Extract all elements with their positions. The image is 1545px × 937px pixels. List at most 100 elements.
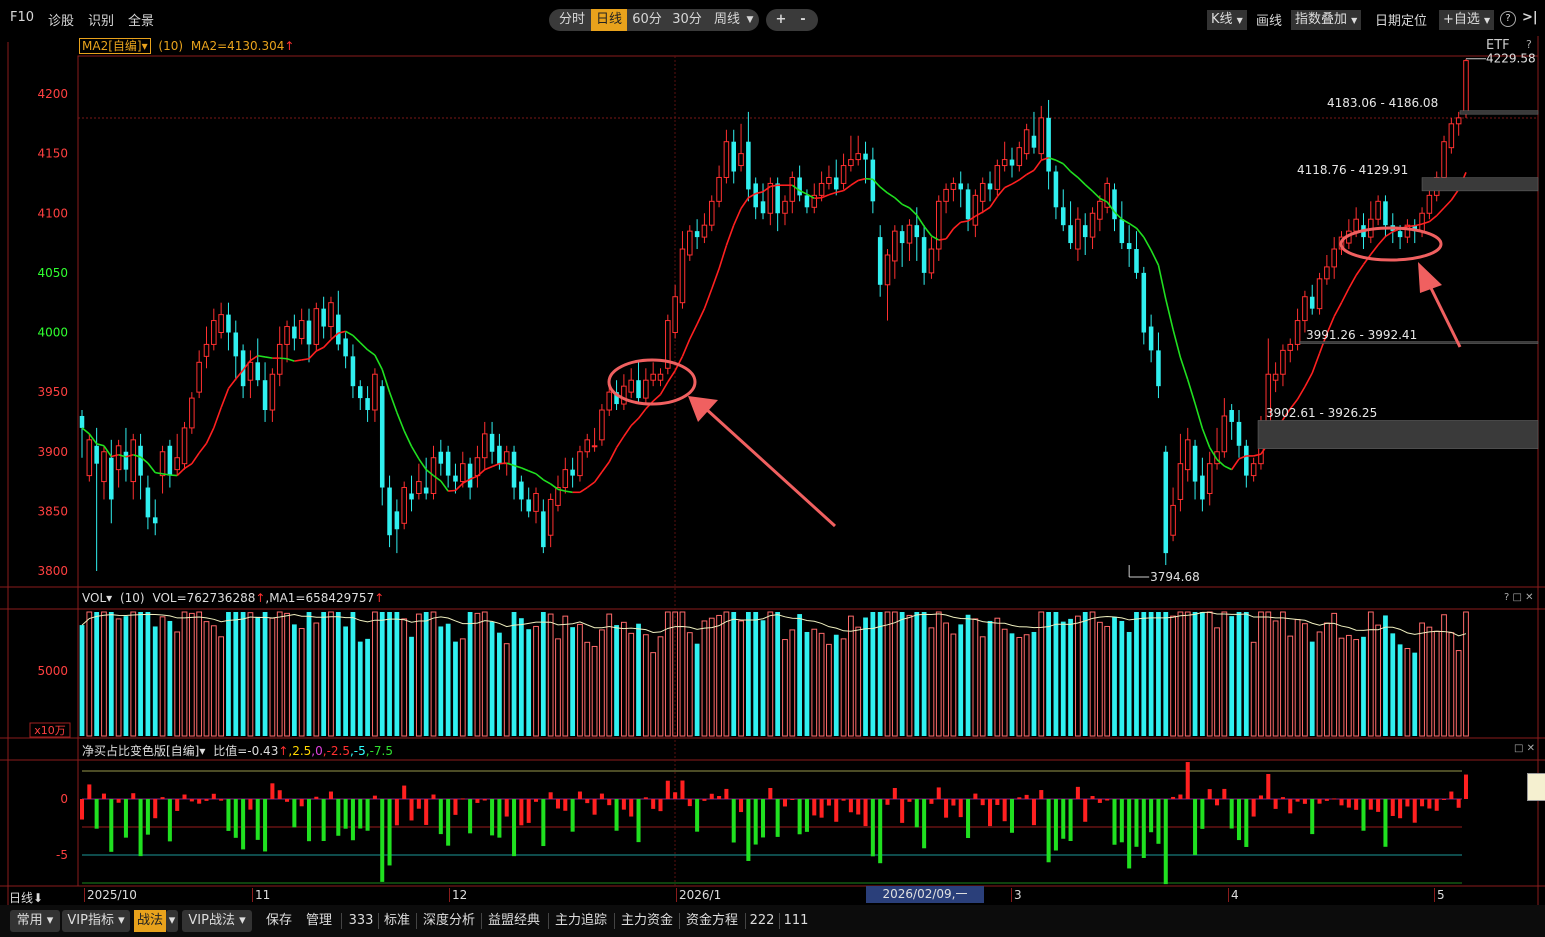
ma-segment — [887, 192, 896, 199]
save-button[interactable]: 保存 — [262, 910, 296, 932]
period-tab-daily[interactable]: 日线 — [591, 9, 627, 31]
volume-bar — [642, 634, 649, 737]
ma-segment — [220, 388, 230, 408]
volume-bar — [1148, 612, 1154, 736]
candle-body — [167, 445, 173, 476]
period-tab-intraday[interactable]: 分时 — [553, 9, 591, 31]
zoom-in-button[interactable]: + — [772, 9, 790, 31]
ma-segment — [814, 196, 822, 200]
volume-bar — [745, 612, 751, 736]
preset-333-button[interactable]: 333 — [346, 910, 376, 932]
candle-body — [987, 183, 993, 190]
netbuy-bar — [1002, 799, 1007, 822]
period-tab-60min[interactable]: 60分 — [628, 9, 666, 31]
netbuy-bar — [292, 799, 297, 828]
netbuy-bar — [1463, 774, 1469, 799]
main-force-funds-button[interactable]: 主力资金 — [617, 910, 677, 932]
collapse-icon[interactable]: >| — [1522, 10, 1538, 25]
strategy-button[interactable]: 战法 — [134, 910, 166, 932]
f10-button[interactable]: F10 — [10, 10, 34, 25]
ma-segment — [1033, 159, 1042, 171]
netbuy-bar — [1420, 799, 1425, 807]
netbuy-bar — [87, 784, 92, 799]
ma-segment — [359, 342, 369, 351]
zoom-out-button[interactable]: - — [794, 9, 812, 31]
manage-button[interactable]: 管理 — [302, 910, 336, 932]
ma-segment — [1150, 249, 1160, 266]
volume-bar — [1258, 611, 1264, 737]
netbuy-bar — [761, 799, 766, 838]
period-dropdown-icon[interactable]: ▼ — [744, 9, 756, 31]
ma-segment — [205, 427, 215, 444]
volume-bar — [453, 641, 458, 736]
vip-strategy-dropdown[interactable]: VIP战法 ▾ — [182, 910, 252, 932]
candle-body — [1302, 296, 1308, 322]
index-overlay-dropdown[interactable]: 指数叠加 ▼ — [1291, 10, 1362, 30]
ma-segment — [279, 357, 288, 360]
divider — [614, 913, 615, 929]
netbuy-bar — [1097, 799, 1102, 803]
ma-segment — [865, 177, 873, 181]
period-tab-weekly[interactable]: 周线 — [708, 9, 746, 31]
volume-panel-controls[interactable]: ? □ ✕ — [1504, 592, 1534, 603]
main-force-tracking-button[interactable]: 主力追踪 — [551, 910, 611, 932]
identify-button[interactable]: 识别 — [88, 10, 114, 29]
standard-button[interactable]: 标准 — [381, 910, 413, 932]
candle-body — [1068, 225, 1073, 244]
main-help-icon[interactable]: ? — [1526, 38, 1532, 51]
ma-segment — [191, 452, 200, 465]
panorama-button[interactable]: 全景 — [128, 10, 154, 29]
candle-body — [1236, 421, 1242, 446]
candle-body — [1163, 451, 1169, 554]
netbuy-bar — [1229, 799, 1234, 829]
period-tab-30min[interactable]: 30分 — [668, 9, 706, 31]
x-axis-date-label: 2026/1 — [676, 888, 721, 902]
ma-segment — [521, 467, 529, 472]
strategy-dropdown-icon[interactable]: ▾ — [166, 910, 178, 932]
netbuy-bar — [907, 799, 912, 802]
preset-111-button[interactable]: 111 — [782, 910, 810, 932]
kline-dropdown[interactable]: K线 ▼ — [1207, 10, 1247, 30]
netbuy-panel-controls[interactable]: □ ✕ — [1514, 743, 1535, 754]
classic-button[interactable]: 益盟经典 — [484, 910, 544, 932]
netbuy-bar — [211, 793, 216, 799]
fund-equation-button[interactable]: 资金方程 — [682, 910, 742, 932]
volume-bar — [203, 621, 210, 737]
candle-body — [203, 343, 210, 357]
date-locate-button[interactable]: 日期定位 — [1375, 10, 1427, 29]
netbuy-bar — [519, 799, 524, 826]
volume-bar — [1309, 641, 1315, 736]
volume-bar — [928, 627, 935, 737]
watchlist-dropdown[interactable]: +自选 ▼ — [1439, 10, 1495, 30]
etf-label[interactable]: ETF — [1486, 38, 1510, 53]
volume-bar — [570, 627, 576, 736]
netbuy-indicator-selector[interactable]: 净买占比变色版[自编] — [82, 744, 199, 758]
volume-bar — [79, 625, 85, 736]
vip-indicator-dropdown[interactable]: VIP指标 ▾ — [62, 910, 130, 932]
volume-bar — [1082, 612, 1088, 736]
ma-segment — [1011, 179, 1020, 185]
ma-segment — [1157, 264, 1167, 300]
volume-bar — [387, 612, 392, 736]
draw-line-button[interactable]: 画线 — [1256, 10, 1282, 29]
ma-segment — [1055, 159, 1064, 165]
volume-bar — [1163, 612, 1169, 736]
ma-segment — [257, 354, 266, 358]
candle-body — [218, 314, 224, 333]
ma-segment — [286, 357, 295, 362]
ma2-indicator-selector[interactable]: MA2[自编]▾ — [79, 38, 151, 54]
netbuy-bar — [1280, 797, 1285, 799]
ma-segment — [1004, 183, 1013, 189]
period-label[interactable]: 日线⬇ — [9, 889, 43, 906]
vol-indicator-selector[interactable]: VOL — [82, 591, 106, 605]
deep-analysis-button[interactable]: 深度分析 — [419, 910, 479, 932]
netbuy-bar — [929, 799, 934, 804]
common-dropdown[interactable]: 常用 ▾ — [10, 910, 60, 932]
chart-canvas[interactable]: 4183.06 - 4186.08 4118.76 - 4129.91 3991.2… — [0, 36, 1545, 905]
diagnose-button[interactable]: 诊股 — [48, 10, 74, 29]
level-neg-7-5: ,-7.5 — [365, 744, 393, 758]
help-icon[interactable]: ? — [1500, 11, 1516, 27]
preset-222-button[interactable]: 222 — [748, 910, 776, 932]
ma-segment — [454, 482, 464, 492]
netbuy-bar — [533, 799, 539, 802]
